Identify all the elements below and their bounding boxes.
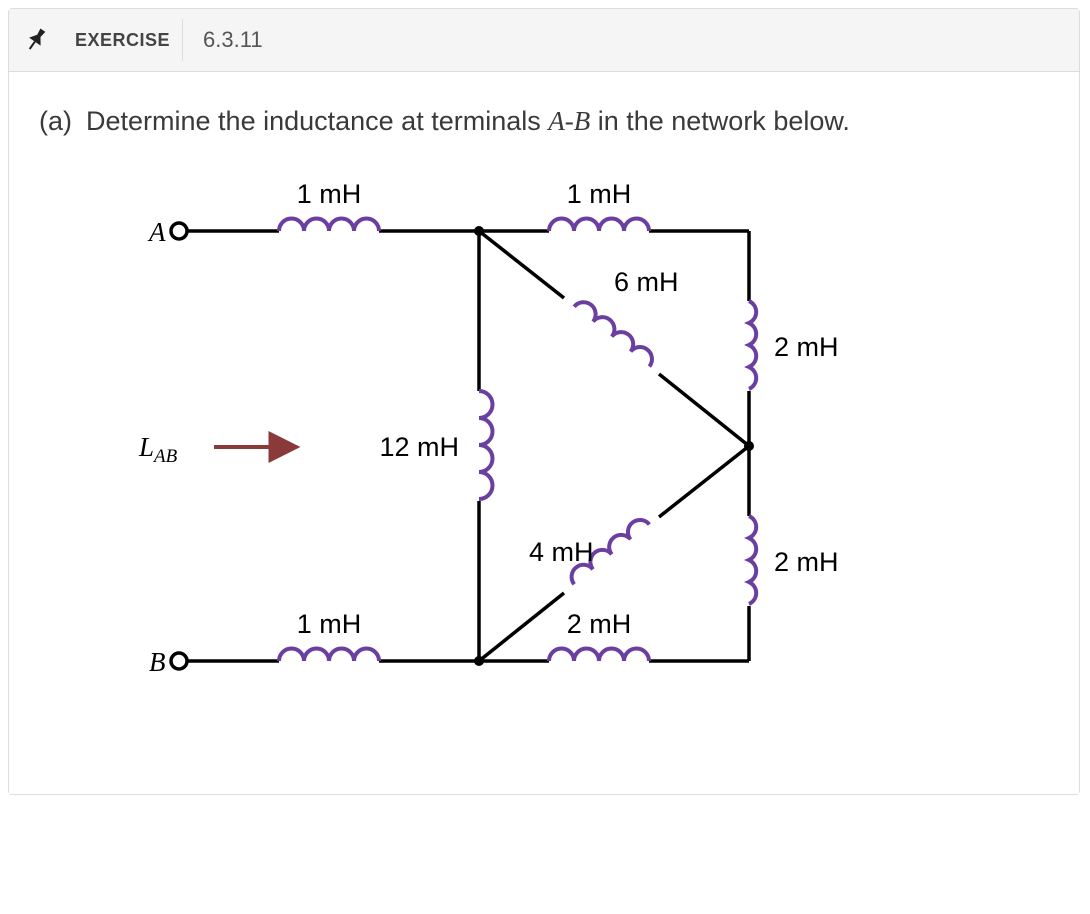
- label-bot-right: 2 mH: [567, 609, 632, 639]
- inductor-right-lower: 2 mH: [749, 516, 839, 604]
- inductor-top-left: 1 mH: [279, 179, 379, 231]
- label-right-upper: 2 mH: [774, 332, 839, 362]
- question-part-label: (a): [39, 106, 72, 137]
- exercise-card: EXERCISE 6.3.11 (a) Determine the induct…: [8, 8, 1080, 795]
- exercise-header: EXERCISE 6.3.11: [9, 9, 1079, 72]
- question-text: (a) Determine the inductance at terminal…: [39, 106, 1049, 137]
- thumbtack-icon: [9, 9, 63, 71]
- lab-pointer: LAB: [138, 432, 294, 467]
- variable-ab: A-B: [548, 106, 590, 136]
- label-top-left: 1 mH: [297, 179, 362, 209]
- exercise-label: EXERCISE: [63, 9, 182, 71]
- circuit-diagram: 1 mH 1 mH 1 mH 2 mH: [39, 161, 1049, 756]
- label-top-right: 1 mH: [567, 179, 632, 209]
- terminal-b: [171, 653, 187, 669]
- question-body: Determine the inductance at terminals A-…: [86, 106, 850, 137]
- exercise-content: (a) Determine the inductance at terminal…: [9, 72, 1079, 794]
- svg-text:LAB: LAB: [138, 432, 178, 467]
- inductor-bottom-left: 1 mH: [279, 609, 379, 661]
- inductor-top-right: 1 mH: [549, 179, 649, 231]
- inductor-right-upper: 2 mH: [749, 301, 839, 389]
- label-bot-left: 1 mH: [297, 609, 362, 639]
- inductor-bottom-right: 2 mH: [549, 609, 649, 661]
- inductor-mid-vertical: 12 mH: [379, 391, 492, 499]
- exercise-number: 6.3.11: [183, 9, 283, 71]
- terminal-a-label: A: [147, 217, 166, 247]
- inductor-diag-upper: [574, 297, 657, 366]
- label-right-lower: 2 mH: [774, 547, 839, 577]
- label-diag-upper: 6 mH: [614, 267, 679, 297]
- label-diag-lower: 4 mH: [529, 537, 594, 567]
- label-mid-vert: 12 mH: [379, 432, 459, 462]
- terminal-b-label: B: [149, 647, 166, 677]
- terminal-a: [171, 223, 187, 239]
